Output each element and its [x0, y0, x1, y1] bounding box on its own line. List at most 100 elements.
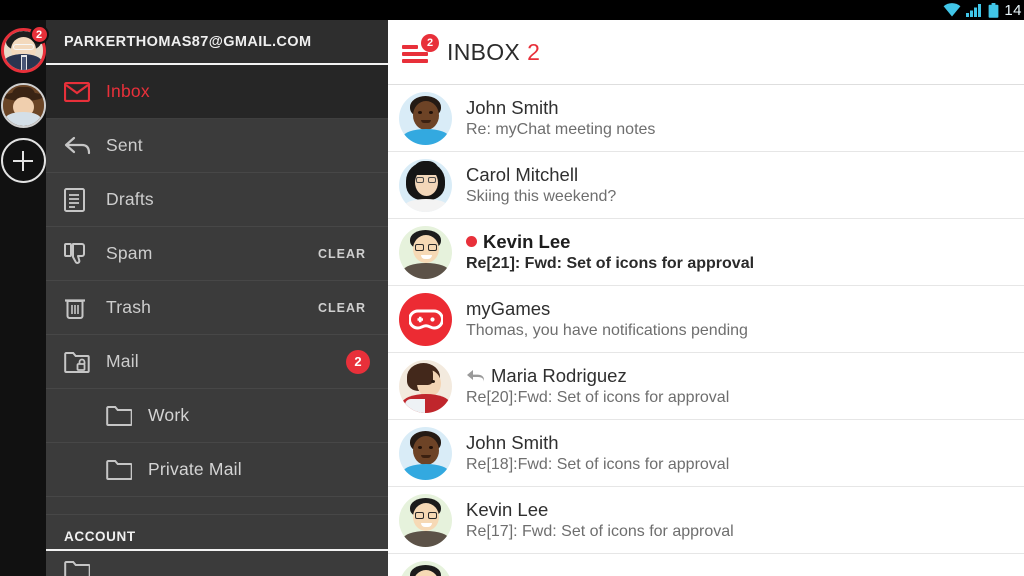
sender-name: Kevin Lee	[466, 498, 734, 521]
mail-row-text: Carol Mitchell Skiing this weekend?	[466, 163, 616, 208]
account-email-header[interactable]: PARKERTHOMAS87@GMAIL.COM	[46, 20, 388, 65]
email-app-screen: 14 2 PARKERTHOMAS87@GMAIL.COM Inbox Sent…	[0, 0, 1024, 576]
mail-unread-badge: 2	[346, 349, 370, 374]
mail-row[interactable]: Kevin Lee	[388, 554, 1024, 576]
sidebar-item-private-mail[interactable]: Private Mail	[46, 443, 388, 497]
mail-row[interactable]: myGames Thomas, you have notifications p…	[388, 286, 1024, 353]
mail-row-text: Kevin Lee Re[17]: Fwd: Set of icons for …	[466, 498, 734, 543]
page-title-count: 2	[527, 38, 541, 65]
avatar	[399, 158, 452, 212]
sidebar-item-label: Work	[148, 405, 190, 425]
folder-icon	[106, 405, 140, 426]
folder-icon	[106, 459, 140, 480]
mail-subject: Re[21]: Fwd: Set of icons for approval	[466, 254, 755, 272]
page-title: INBOX 2	[447, 39, 540, 66]
sender-name-text: Carol Mitchell	[466, 163, 579, 185]
battery-icon	[988, 2, 999, 18]
folder-lock-icon	[64, 351, 98, 373]
drawer-section-account: ACCOUNT	[46, 515, 388, 551]
mail-list-header: 2 INBOX 2	[388, 20, 1024, 85]
sidebar-item-account-settings[interactable]	[46, 551, 388, 576]
mail-row[interactable]: John Smith Re: myChat meeting notes	[388, 85, 1024, 152]
account-avatar-secondary[interactable]	[0, 83, 46, 128]
unread-badge: 2	[29, 25, 49, 44]
mail-row[interactable]: Kevin Lee Re[17]: Fwd: Set of icons for …	[388, 487, 1024, 554]
sidebar-item-label: Mail	[106, 351, 139, 371]
sender-name: John Smith	[466, 96, 655, 119]
account-avatar-active[interactable]: 2	[0, 25, 49, 73]
page-title-text: INBOX	[447, 38, 521, 65]
sidebar-item-label: Drafts	[106, 189, 154, 209]
sidebar-item-work[interactable]: Work	[46, 389, 388, 443]
sidebar-item-inbox[interactable]: Inbox	[46, 65, 388, 119]
drawer-spacer	[46, 497, 388, 515]
plus-icon	[13, 150, 33, 171]
sender-name-text: Kevin Lee	[466, 498, 549, 520]
thumbs-down-icon	[64, 242, 98, 266]
sender-name: Kevin Lee	[466, 230, 754, 253]
sender-name-text: John Smith	[466, 96, 559, 118]
sender-name-text: Maria Rodriguez	[491, 364, 627, 386]
avatar	[399, 359, 452, 413]
sidebar-item-mail[interactable]: Mail 2	[46, 335, 388, 389]
mail-row-text: Maria Rodriguez Re[20]:Fwd: Set of icons…	[466, 364, 729, 409]
sidebar-item-spam[interactable]: Spam CLEAR	[46, 227, 388, 281]
add-account-button[interactable]	[0, 138, 46, 183]
wifi-icon	[943, 3, 961, 17]
sender-name: Maria Rodriguez	[466, 364, 729, 387]
avatar	[399, 91, 452, 145]
sender-name-text: Kevin Lee	[483, 230, 571, 252]
avatar	[0, 83, 46, 128]
sidebar-item-drafts[interactable]: Drafts	[46, 173, 388, 227]
mail-row[interactable]: Maria Rodriguez Re[20]:Fwd: Set of icons…	[388, 353, 1024, 420]
mail-subject: Skiing this weekend?	[466, 187, 617, 205]
mail-row[interactable]: John Smith Re[18]:Fwd: Set of icons for …	[388, 420, 1024, 487]
menu-unread-badge: 2	[421, 34, 439, 52]
clock: 14	[1004, 1, 1022, 19]
sidebar-item-label: Sent	[106, 135, 143, 155]
mail-row-text: John Smith Re: myChat meeting notes	[466, 96, 655, 141]
section-label: ACCOUNT	[64, 529, 136, 544]
signal-icon	[966, 4, 982, 17]
mail-row[interactable]: Kevin Lee Re[21]: Fwd: Set of icons for …	[388, 219, 1024, 286]
mail-list-pane: 2 INBOX 2 John Smith Re: myChat meeting …	[388, 20, 1024, 576]
gamepad-icon	[408, 309, 443, 330]
sidebar-item-label: Private Mail	[148, 459, 242, 479]
sender-name: myGames	[466, 297, 748, 320]
mail-subject: Re: myChat meeting notes	[466, 120, 656, 138]
sender-name: Carol Mitchell	[466, 163, 616, 186]
menu-list-icon[interactable]: 2	[402, 34, 439, 67]
folder-icon	[64, 560, 98, 576]
mail-subject: Thomas, you have notifications pending	[466, 321, 748, 339]
mail-subject: Re[17]: Fwd: Set of icons for approval	[466, 522, 734, 540]
sender-name: John Smith	[466, 431, 729, 454]
sender-name-text: myGames	[466, 297, 551, 319]
clear-trash-button[interactable]: CLEAR	[318, 301, 366, 315]
avatar	[399, 225, 452, 279]
avatar-mygames	[399, 292, 452, 346]
sidebar-item-trash[interactable]: Trash CLEAR	[46, 281, 388, 335]
sidebar-item-label: Spam	[106, 243, 153, 263]
mail-row-text: Kevin Lee Re[21]: Fwd: Set of icons for …	[466, 230, 754, 275]
avatar	[399, 560, 452, 576]
sidebar-item-label: Inbox	[106, 81, 150, 101]
envelope-icon	[64, 81, 98, 102]
account-rail: 2	[0, 20, 49, 576]
sidebar-item-label: Trash	[106, 297, 152, 317]
reply-icon	[466, 368, 485, 383]
mail-subject: Re[20]:Fwd: Set of icons for approval	[466, 388, 730, 406]
status-bar: 14	[0, 0, 1024, 20]
sidebar-item-sent[interactable]: Sent	[46, 119, 388, 173]
avatar	[399, 493, 452, 547]
reply-arrow-icon	[64, 135, 98, 156]
sender-name-text: John Smith	[466, 431, 559, 453]
clear-spam-button[interactable]: CLEAR	[318, 247, 366, 261]
unread-dot	[466, 235, 477, 247]
mail-row[interactable]: Carol Mitchell Skiing this weekend?	[388, 152, 1024, 219]
trash-icon	[64, 296, 98, 320]
document-icon	[64, 187, 98, 212]
mail-row-text: John Smith Re[18]:Fwd: Set of icons for …	[466, 431, 729, 476]
avatar	[399, 426, 452, 480]
mail-subject: Re[18]:Fwd: Set of icons for approval	[466, 455, 730, 473]
account-email: PARKERTHOMAS87@GMAIL.COM	[64, 33, 312, 50]
